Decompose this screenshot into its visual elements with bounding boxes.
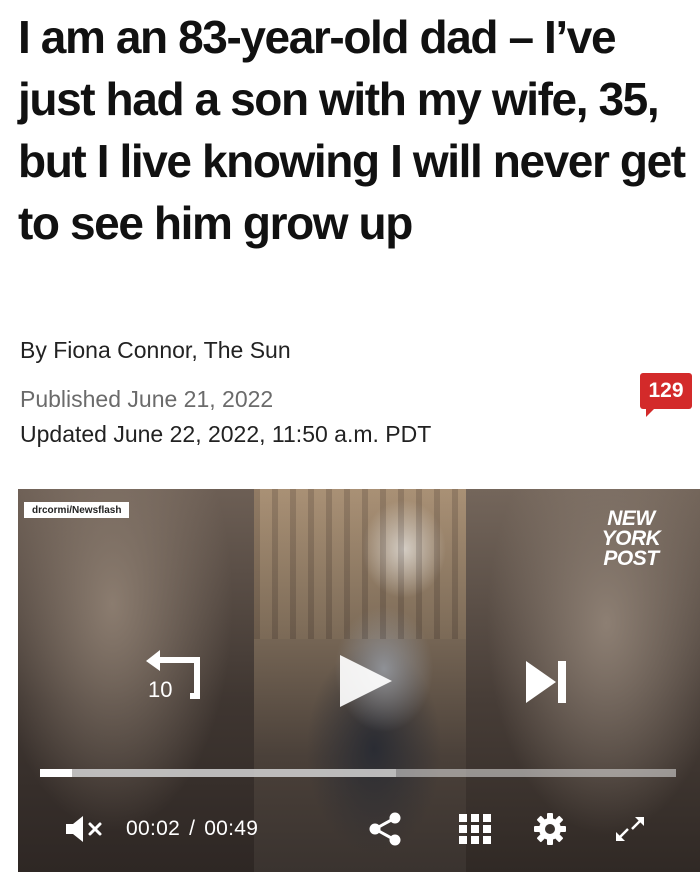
play-button[interactable]: [336, 651, 396, 711]
comment-bubble-tail: [646, 407, 656, 417]
video-time: 00:02 / 00:49: [126, 817, 258, 841]
updated-date: Updated June 22, 2022, 11:50 a.m. PDT: [20, 421, 432, 447]
video-duration: 00:49: [204, 817, 259, 840]
gear-icon: [534, 813, 566, 845]
photo-credit: drcormi/Newsflash: [24, 502, 130, 518]
logo-line: POST: [603, 547, 659, 570]
video-buffered-bar: [40, 769, 397, 777]
article-byline[interactable]: By Fiona Connor, The Sun: [20, 337, 291, 364]
article-headline: I am an 83-year-old dad – I’ve just had …: [18, 11, 686, 249]
logo-line: YORK: [601, 527, 661, 550]
published-date: Published June 21, 2022: [20, 386, 274, 412]
current-time: 00:02: [126, 817, 181, 840]
video-progress-fill: [40, 769, 72, 777]
new-york-post-logo: NEW YORK POST: [586, 507, 676, 570]
skip-next-button[interactable]: [522, 659, 572, 705]
rewind-10-icon: 10: [146, 650, 200, 702]
play-icon: [340, 655, 392, 707]
mute-button[interactable]: [64, 815, 108, 843]
comment-count-button[interactable]: 129: [640, 373, 692, 421]
comment-count: 129: [640, 373, 692, 409]
video-progress-track[interactable]: [40, 769, 676, 777]
video-player[interactable]: drcormi/Newsflash NEW YORK POST 10 00:02…: [18, 489, 700, 872]
muted-speaker-icon: [66, 816, 102, 842]
video-frame-background: [254, 489, 466, 639]
expand-icon: [616, 817, 644, 841]
skip-next-icon: [526, 661, 566, 703]
grid-icon: [459, 814, 491, 844]
share-button[interactable]: [367, 811, 403, 847]
time-separator: /: [189, 817, 196, 840]
settings-button[interactable]: [532, 811, 568, 847]
share-icon: [369, 812, 401, 846]
logo-line: NEW: [607, 507, 655, 530]
rewind-seconds: 10: [148, 677, 172, 702]
rewind-button[interactable]: 10: [138, 647, 208, 707]
fullscreen-button[interactable]: [612, 813, 648, 845]
grid-button[interactable]: [458, 813, 492, 845]
video-control-bar: 00:02 / 00:49: [18, 807, 700, 857]
